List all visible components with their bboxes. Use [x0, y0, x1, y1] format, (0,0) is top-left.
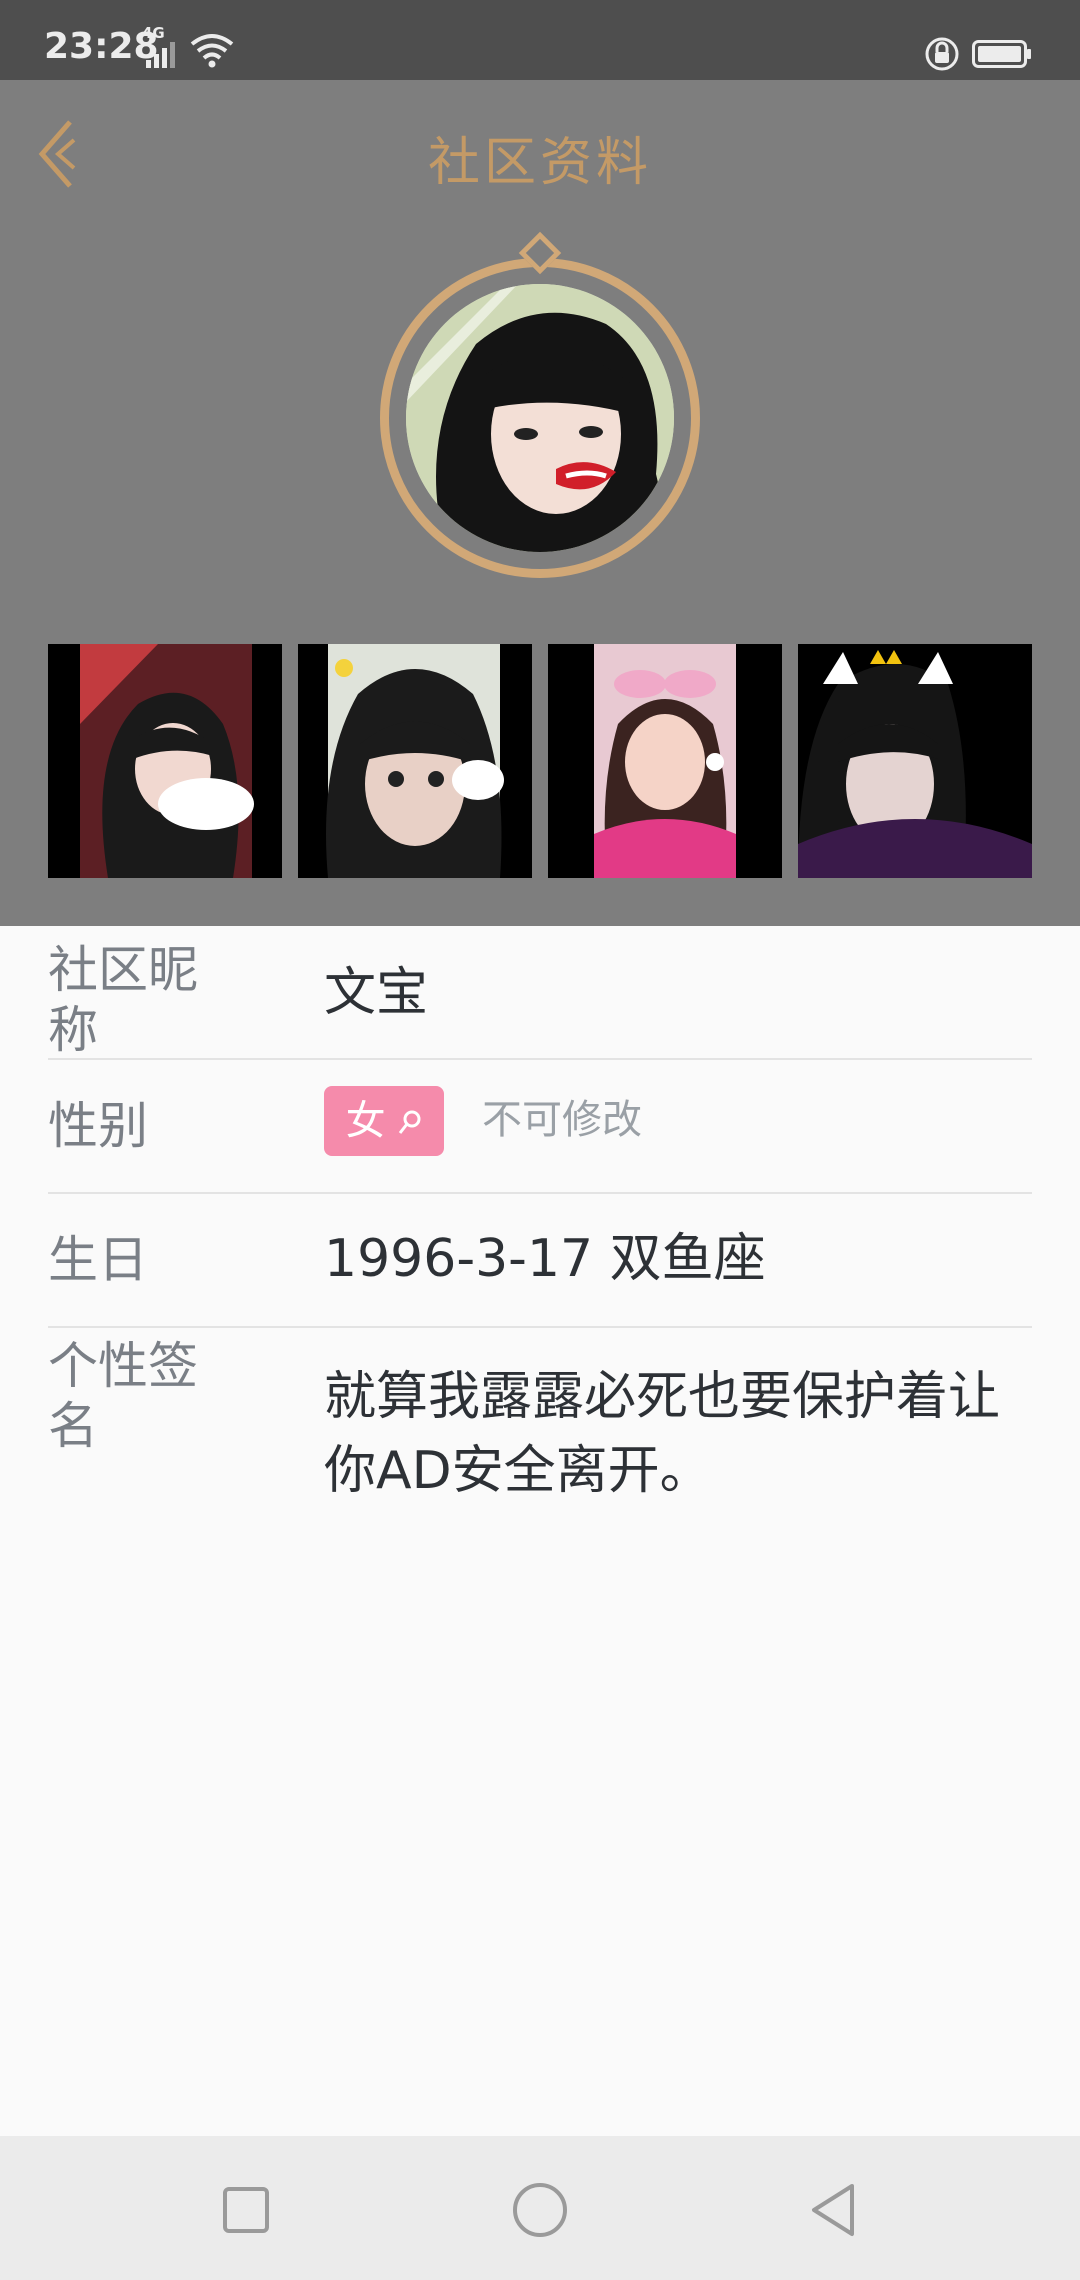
back-nav-button[interactable]	[804, 2180, 864, 2240]
female-icon	[399, 1110, 421, 1134]
signature-label: 个性签名	[48, 1337, 198, 1455]
page-title: 社区资料	[427, 133, 652, 193]
profile-header: 社区资料	[0, 80, 1080, 926]
system-nav-bar	[0, 2136, 1080, 2280]
avatar-photo	[406, 284, 674, 552]
signal-icon	[146, 42, 175, 68]
home-button[interactable]	[510, 2180, 570, 2240]
network-type: 4G	[142, 24, 165, 42]
nickname-row[interactable]: 社区昵称 文宝	[48, 926, 1032, 1060]
status-bar: 23:28 4G	[0, 0, 1080, 80]
gallery-photo-3[interactable]	[548, 644, 782, 878]
avatar[interactable]	[380, 231, 700, 578]
nickname-label: 社区昵称	[48, 941, 198, 1059]
birthday-label: 生日	[48, 1231, 148, 1289]
recent-apps-button[interactable]	[216, 2180, 276, 2240]
gender-row: 性别 女 不可修改	[48, 1060, 1032, 1194]
birthday-value: 1996-3-17 双鱼座	[324, 1229, 766, 1289]
gallery-photo-2[interactable]	[298, 644, 532, 878]
nickname-value: 文宝	[324, 963, 429, 1023]
gallery-photo-1[interactable]	[48, 644, 282, 878]
signature-row[interactable]: 个性签名 就算我露露必死也要保护着让你AD安全离开。	[48, 1328, 1032, 1528]
gender-badge: 女	[324, 1086, 444, 1156]
photo-gallery	[48, 644, 1032, 878]
wifi-icon	[190, 34, 234, 68]
gender-note: 不可修改	[482, 1097, 642, 1143]
gallery-photo-4[interactable]	[798, 644, 1032, 878]
signature-value: 就算我露露必死也要保护着让你AD安全离开。	[324, 1367, 1001, 1501]
battery-icon	[972, 40, 1031, 68]
gender-value: 女	[345, 1098, 386, 1144]
birthday-row[interactable]: 生日 1996-3-17 双鱼座	[48, 1194, 1032, 1328]
gender-label: 性别	[48, 1097, 148, 1155]
rotation-lock-icon	[925, 37, 959, 71]
